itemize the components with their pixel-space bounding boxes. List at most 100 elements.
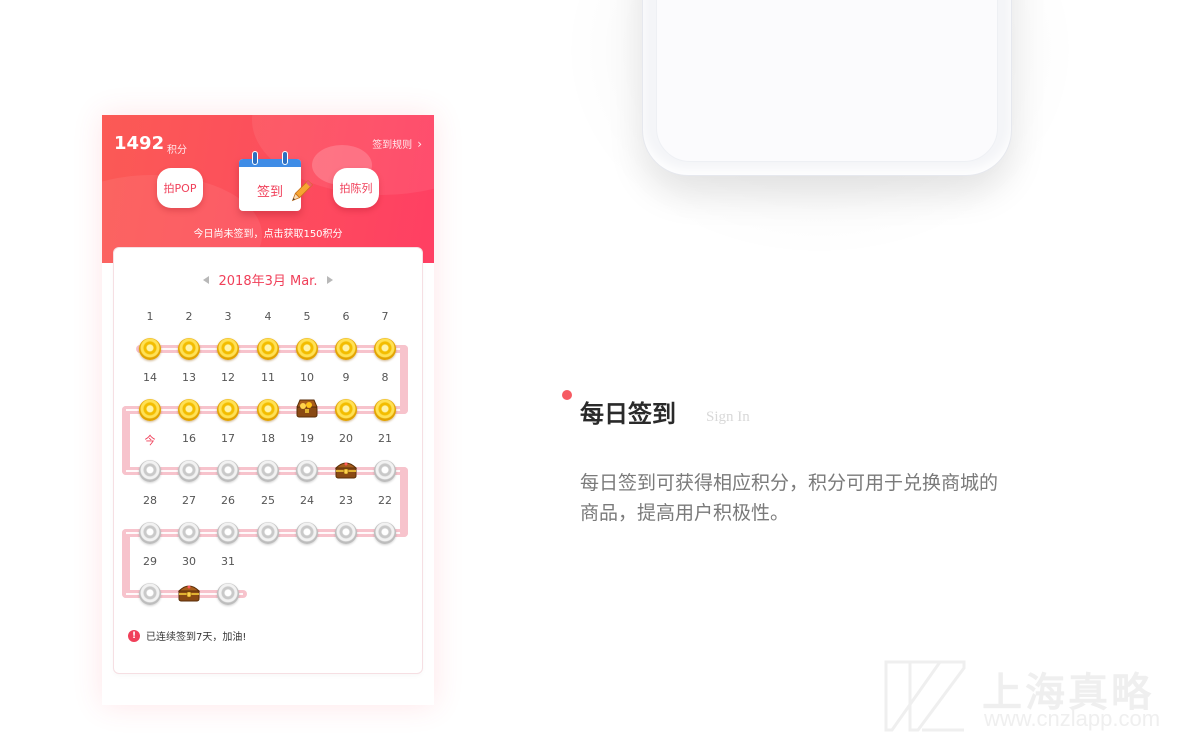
silver-coin-icon <box>178 522 200 544</box>
day-label: 12 <box>221 371 235 384</box>
points-header: 1492 积分 签到规则 › 拍POP 签到 拍陈列 今日尚未签到，点击获取15… <box>102 115 434 263</box>
treasure-chest-icon <box>176 581 202 603</box>
prev-month-icon[interactable] <box>202 275 209 284</box>
gold-coin-icon <box>257 399 279 421</box>
day-label: 10 <box>300 371 314 384</box>
silver-coin-icon <box>296 522 318 544</box>
track-segment-line <box>126 532 140 534</box>
app-screen: 1492 积分 签到规则 › 拍POP 签到 拍陈列 今日尚未签到，点击获取15… <box>102 115 434 705</box>
phone-mockup-screen <box>656 0 998 162</box>
streak-message: ! 已连续签到7天，加油! <box>128 628 246 643</box>
points-unit: 积分 <box>167 145 187 156</box>
day-label: 19 <box>300 432 314 445</box>
feature-subtitle: Sign In <box>706 409 750 425</box>
track-segment-line <box>126 409 140 411</box>
day-label: 17 <box>221 432 235 445</box>
silver-coin-icon <box>374 460 396 482</box>
day-label: 21 <box>378 432 392 445</box>
track-segment <box>122 529 130 598</box>
silver-coin-icon <box>296 460 318 482</box>
day-label: 26 <box>221 494 235 507</box>
track-segment <box>400 467 408 537</box>
silver-coin-icon <box>335 522 357 544</box>
feature-description: 每日签到可获得相应积分，积分可用于兑换商城的商品，提高用户积极性。 <box>580 472 999 524</box>
month-navigator: 2018年3月 Mar. <box>114 270 422 289</box>
calendar-ring-icon <box>282 151 288 165</box>
silver-coin-icon <box>178 460 200 482</box>
silver-coin-icon <box>217 460 239 482</box>
track-segment <box>400 345 408 414</box>
day-label: 29 <box>143 555 157 568</box>
day-label: 22 <box>378 494 392 507</box>
day-label: 9 <box>342 371 350 384</box>
day-label: 31 <box>221 555 235 568</box>
streak-text: 已连续签到7天，加油! <box>146 632 247 643</box>
day-label: 27 <box>182 494 196 507</box>
day-label: 8 <box>381 371 389 384</box>
day-label: 2 <box>185 310 193 323</box>
photo-pop-button[interactable]: 拍POP <box>157 168 203 208</box>
sign-in-rules-link[interactable]: 签到规则 › <box>372 136 422 152</box>
day-label: 13 <box>182 371 196 384</box>
month-label: 2018年3月 Mar. <box>218 274 318 289</box>
silver-coin-icon <box>139 583 161 605</box>
day-label: 6 <box>342 310 350 323</box>
gold-coin-icon <box>178 338 200 360</box>
calendar-icon-top <box>239 159 301 167</box>
day-label: 14 <box>143 371 157 384</box>
gold-coin-icon <box>139 399 161 421</box>
alert-icon: ! <box>128 629 140 642</box>
calendar-ring-icon <box>252 151 258 165</box>
day-label: 25 <box>261 494 275 507</box>
chevron-right-icon: › <box>417 136 422 151</box>
day-label: 7 <box>381 310 389 323</box>
gold-coin-icon <box>374 399 396 421</box>
bullet-dot-icon <box>562 390 572 400</box>
silver-coin-icon <box>139 522 161 544</box>
rules-link-label: 签到规则 <box>372 140 413 151</box>
feature-title: 每日签到 <box>580 400 676 428</box>
gold-coin-icon <box>257 338 279 360</box>
day-label: 24 <box>300 494 314 507</box>
pencil-icon <box>291 180 313 202</box>
day-label: 16 <box>182 432 196 445</box>
day-label: 20 <box>339 432 353 445</box>
sign-in-status-text: 今日尚未签到，点击获取150积分 <box>193 229 343 240</box>
open-treasure-chest-icon <box>294 397 320 419</box>
next-month-icon[interactable] <box>327 275 334 284</box>
track-segment-line <box>126 470 140 472</box>
track-segment-line <box>126 593 140 595</box>
photo-display-button[interactable]: 拍陈列 <box>333 168 379 208</box>
points-value: 1492 <box>114 133 165 154</box>
day-label: 4 <box>264 310 272 323</box>
sign-in-button[interactable]: 签到 <box>236 147 313 213</box>
treasure-chest-icon <box>333 458 359 480</box>
today-label: 今 <box>144 434 156 447</box>
track-segment <box>122 406 130 475</box>
day-label: 28 <box>143 494 157 507</box>
silver-coin-icon <box>139 460 161 482</box>
gold-coin-icon <box>217 399 239 421</box>
day-label: 5 <box>303 310 311 323</box>
gold-coin-icon <box>335 338 357 360</box>
day-label: 23 <box>339 494 353 507</box>
silver-coin-icon <box>257 522 279 544</box>
calendar-panel: 2018年3月 Mar. 1 2 3 4 5 6 7 14 13 12 11 10 9 8 今 16 17 18 1… <box>114 248 422 673</box>
silver-coin-icon <box>217 583 239 605</box>
day-label: 18 <box>261 432 275 445</box>
watermark-logo-icon <box>884 660 966 732</box>
gold-coin-icon <box>335 399 357 421</box>
day-label: 30 <box>182 555 196 568</box>
silver-coin-icon <box>374 522 396 544</box>
gold-coin-icon <box>217 338 239 360</box>
watermark-url: www.cnzlapp.com <box>984 706 1161 731</box>
day-label: 3 <box>224 310 232 323</box>
gold-coin-icon <box>139 338 161 360</box>
day-label: 1 <box>146 310 154 323</box>
silver-coin-icon <box>257 460 279 482</box>
silver-coin-icon <box>217 522 239 544</box>
day-label: 11 <box>261 371 275 384</box>
gold-coin-icon <box>178 399 200 421</box>
gold-coin-icon <box>296 338 318 360</box>
gold-coin-icon <box>374 338 396 360</box>
